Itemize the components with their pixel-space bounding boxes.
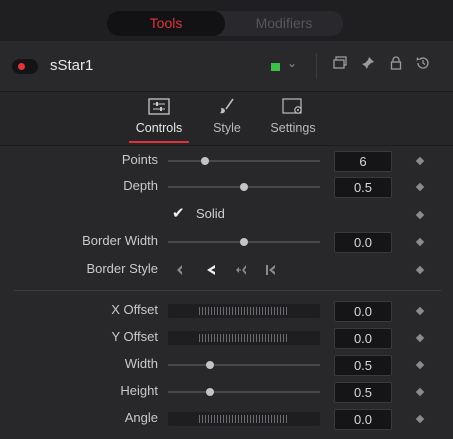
node-color-swatch[interactable] [271, 63, 280, 71]
param-label: Width [124, 356, 158, 371]
thumbwheel-grip [199, 415, 289, 423]
keyframe-icon[interactable] [415, 306, 425, 316]
subtab-label: Controls [135, 121, 183, 135]
solid-checkbox-label[interactable]: Solid [196, 206, 225, 221]
param-label: X Offset [111, 302, 158, 317]
param-border-width: Border Width 0.0 [0, 229, 453, 255]
keyframe-icon[interactable] [415, 182, 425, 192]
keyframe-icon[interactable] [415, 387, 425, 397]
param-depth: Depth 0.5 [0, 174, 453, 200]
inspector-subtabs: Controls Style Settings [0, 92, 453, 146]
keyframe-icon[interactable] [415, 265, 425, 275]
depth-value-field[interactable]: 0.5 [334, 177, 392, 198]
keyframe-icon[interactable] [415, 414, 425, 424]
node-name: sStar1 [50, 57, 94, 74]
height-slider-handle[interactable] [206, 388, 214, 396]
keyframe-icon[interactable] [415, 333, 425, 343]
subtab-label: Settings [270, 121, 316, 135]
points-value-field[interactable]: 6 [334, 151, 392, 172]
versions-icon[interactable] [330, 55, 350, 77]
border-style-round-icon[interactable] [233, 261, 251, 279]
param-label: Height [120, 383, 158, 398]
param-border-style: Border Style [0, 257, 453, 283]
param-solid: ✔ Solid [0, 202, 453, 228]
param-label: Depth [123, 178, 158, 193]
pin-icon[interactable] [358, 55, 378, 77]
brush-icon [215, 98, 239, 116]
param-points: Points 6 [0, 148, 453, 174]
width-slider[interactable] [168, 364, 320, 366]
thumbwheel-grip [199, 307, 289, 315]
param-label: Border Style [86, 261, 158, 276]
param-width: Width 0.5 [0, 352, 453, 378]
settings-panel-icon [281, 98, 305, 116]
subtab-controls[interactable]: Controls [126, 92, 192, 146]
active-tab-indicator [129, 141, 189, 143]
tab-tools[interactable]: Tools [107, 11, 225, 36]
param-angle: Angle 0.0 [0, 406, 453, 432]
angle-thumbwheel[interactable] [168, 412, 320, 426]
keyframe-icon[interactable] [415, 360, 425, 370]
height-slider[interactable] [168, 391, 320, 393]
node-header: sStar1 ⌄ [0, 42, 453, 92]
section-divider [14, 290, 441, 291]
param-y-offset: Y Offset 0.0 [0, 325, 453, 351]
border-style-miter-icon[interactable] [203, 261, 221, 279]
x-offset-thumbwheel[interactable] [168, 304, 320, 318]
y-offset-value-field[interactable]: 0.0 [334, 328, 392, 349]
border-style-bevel-icon[interactable] [172, 261, 190, 279]
border-style-square-icon[interactable] [262, 261, 280, 279]
height-value-field[interactable]: 0.5 [334, 382, 392, 403]
width-slider-handle[interactable] [206, 361, 214, 369]
reset-icon[interactable] [413, 55, 433, 77]
angle-value-field[interactable]: 0.0 [334, 409, 392, 430]
header-divider [316, 53, 317, 79]
param-height: Height 0.5 [0, 379, 453, 405]
width-value-field[interactable]: 0.5 [334, 355, 392, 376]
param-label: Y Offset [111, 329, 159, 344]
y-offset-thumbwheel[interactable] [168, 331, 320, 345]
param-label: Points [121, 152, 158, 167]
chevron-down-icon[interactable]: ⌄ [287, 56, 297, 70]
lock-icon[interactable] [386, 55, 406, 77]
depth-slider-handle[interactable] [240, 183, 248, 191]
param-x-offset: X Offset 0.0 [0, 298, 453, 324]
checkmark-icon[interactable]: ✔ [172, 205, 188, 223]
subtab-settings[interactable]: Settings [266, 92, 320, 146]
tab-modifiers[interactable]: Modifiers [225, 11, 343, 36]
points-slider-handle[interactable] [201, 157, 209, 165]
keyframe-icon[interactable] [415, 156, 425, 166]
border-width-slider-handle[interactable] [240, 238, 248, 246]
points-slider[interactable] [168, 160, 320, 162]
subtab-label: Style [213, 121, 241, 135]
keyframe-icon[interactable] [415, 210, 425, 220]
param-label: Angle [124, 410, 158, 425]
node-enable-toggle[interactable] [12, 59, 38, 74]
keyframe-icon[interactable] [415, 237, 425, 247]
param-label: Border Width [82, 233, 158, 248]
thumbwheel-grip [199, 334, 289, 342]
enabled-dot-icon [18, 63, 25, 70]
controls-panel: Points 6 Depth 0.5 ✔ Solid Border Width … [0, 146, 453, 439]
tool-modifier-tab-bar: Tools Modifiers [0, 0, 453, 42]
border-width-value-field[interactable]: 0.0 [334, 232, 392, 253]
subtab-style[interactable]: Style [207, 92, 247, 146]
segmented-control: Tools Modifiers [107, 11, 343, 36]
sliders-icon [147, 98, 171, 116]
x-offset-value-field[interactable]: 0.0 [334, 301, 392, 322]
